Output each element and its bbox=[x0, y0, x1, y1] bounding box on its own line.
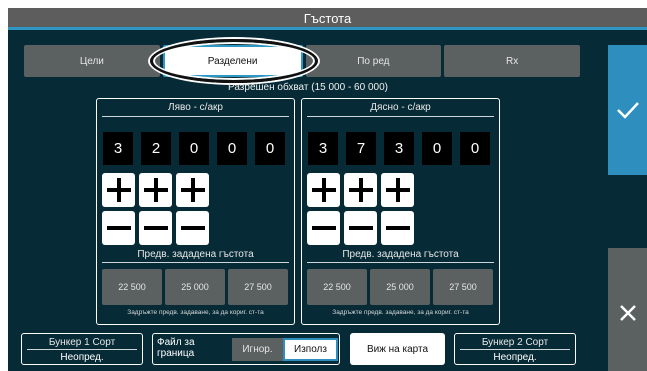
right-decrement-button-3[interactable] bbox=[381, 211, 414, 245]
left-preset-button-3[interactable]: 27 500 bbox=[228, 269, 288, 305]
right-increment-button-2[interactable] bbox=[344, 173, 377, 207]
right-preset-button-1[interactable]: 22 500 bbox=[307, 269, 367, 305]
divider bbox=[27, 349, 137, 350]
right-digit-1[interactable]: 3 bbox=[308, 132, 338, 165]
bin-1-label: Бункер 1 Сорт bbox=[48, 337, 116, 348]
page-title: Гъстота bbox=[8, 8, 647, 30]
boundary-file-control: Файл за граница Игнор. Използ bbox=[152, 333, 340, 365]
divider bbox=[102, 116, 289, 117]
left-digit-1[interactable]: 3 bbox=[103, 132, 133, 165]
right-digit-3[interactable]: 3 bbox=[384, 132, 414, 165]
tab-by-row[interactable]: По ред bbox=[305, 45, 442, 77]
minus-icon bbox=[143, 226, 168, 230]
toggle-ignore[interactable]: Игнор. bbox=[232, 338, 283, 361]
left-decrement-button-3[interactable] bbox=[176, 211, 209, 245]
tab-split[interactable]: Разделени bbox=[162, 45, 303, 77]
divider bbox=[102, 262, 289, 263]
left-digit-4[interactable]: 0 bbox=[217, 132, 247, 165]
plus-icon bbox=[385, 178, 410, 202]
divider bbox=[460, 349, 570, 350]
left-increment-button-3[interactable] bbox=[176, 173, 209, 207]
divider bbox=[307, 262, 494, 263]
checkmark-icon bbox=[616, 102, 639, 119]
right-digit-4[interactable]: 0 bbox=[422, 132, 452, 165]
left-digit-row: 3 2 0 0 0 bbox=[103, 132, 290, 165]
tab-whole[interactable]: Цели bbox=[24, 45, 160, 77]
minus-icon bbox=[180, 226, 205, 230]
divider bbox=[307, 116, 494, 117]
bin-1-value: Неопред. bbox=[60, 352, 104, 363]
right-preset-button-3[interactable]: 27 500 bbox=[433, 269, 493, 305]
left-rate-panel: Ляво - с/акр 3 2 0 0 0 Предв. зададена г… bbox=[96, 98, 295, 325]
density-screen: Гъстота Цели Разделени По ред Rx Разреше… bbox=[8, 8, 647, 371]
left-decrement-button-1[interactable] bbox=[102, 211, 135, 245]
boundary-file-label: Файл за граница bbox=[157, 337, 195, 359]
plus-icon bbox=[143, 178, 168, 202]
right-increment-button-3[interactable] bbox=[381, 173, 414, 207]
left-digit-2[interactable]: 2 bbox=[141, 132, 171, 165]
right-increment-button-1[interactable] bbox=[307, 173, 340, 207]
plus-icon bbox=[348, 178, 373, 202]
left-digit-3[interactable]: 0 bbox=[179, 132, 209, 165]
bin-2-variety[interactable]: Бункер 2 Сорт Неопред. bbox=[454, 333, 576, 365]
bin-2-label: Бункер 2 Сорт bbox=[481, 337, 549, 348]
close-icon bbox=[619, 304, 636, 321]
left-preset-button-1[interactable]: 22 500 bbox=[102, 269, 162, 305]
right-digit-5[interactable]: 0 bbox=[460, 132, 490, 165]
confirm-button[interactable] bbox=[608, 45, 647, 175]
bin-2-value: Неопред. bbox=[493, 352, 537, 363]
left-increment-button-1[interactable] bbox=[102, 173, 135, 207]
right-preset-button-2[interactable]: 25 000 bbox=[370, 269, 430, 305]
minus-icon bbox=[106, 226, 131, 230]
minus-icon bbox=[385, 226, 410, 230]
right-rate-panel: Дясно - с/акр 3 7 3 0 0 Предв. зададена … bbox=[301, 98, 500, 325]
left-increment-button-2[interactable] bbox=[139, 173, 172, 207]
boundary-file-toggle: Игнор. Използ bbox=[232, 338, 338, 361]
toggle-use[interactable]: Използ bbox=[283, 338, 338, 361]
left-preset-button-2[interactable]: 25 000 bbox=[165, 269, 225, 305]
right-increment-row bbox=[307, 173, 414, 207]
right-preset-hint: Задръжте предв. задаване, за да кориг. с… bbox=[332, 309, 469, 316]
minus-icon bbox=[311, 226, 336, 230]
right-decrement-button-1[interactable] bbox=[307, 211, 340, 245]
left-panel-title: Ляво - с/акр bbox=[168, 102, 223, 113]
right-decrement-row bbox=[307, 211, 414, 245]
left-preset-hint: Задръжте предв. задаване, за да кориг. с… bbox=[127, 309, 264, 316]
left-digit-5[interactable]: 0 bbox=[255, 132, 285, 165]
right-digit-row: 3 7 3 0 0 bbox=[308, 132, 495, 165]
right-preset-title: Предв. зададена гъстота bbox=[342, 249, 459, 260]
plus-icon bbox=[106, 178, 131, 202]
cancel-button[interactable] bbox=[608, 248, 647, 371]
right-decrement-button-2[interactable] bbox=[344, 211, 377, 245]
allowed-range-label: Разрешен обхват (15 000 - 60 000) bbox=[228, 82, 388, 93]
minus-icon bbox=[348, 226, 373, 230]
view-on-map-button[interactable]: Виж на карта bbox=[350, 333, 445, 365]
left-decrement-row bbox=[102, 211, 209, 245]
tab-rx[interactable]: Rx bbox=[444, 45, 580, 77]
plus-icon bbox=[311, 178, 336, 202]
bin-1-variety[interactable]: Бункер 1 Сорт Неопред. bbox=[21, 333, 143, 365]
mode-tabs: Цели Разделени По ред Rx bbox=[24, 45, 580, 77]
left-increment-row bbox=[102, 173, 209, 207]
plus-icon bbox=[180, 178, 205, 202]
right-panel-title: Дясно - с/акр bbox=[370, 102, 431, 113]
left-decrement-button-2[interactable] bbox=[139, 211, 172, 245]
left-preset-row: 22 500 25 000 27 500 bbox=[102, 269, 288, 305]
right-preset-row: 22 500 25 000 27 500 bbox=[307, 269, 493, 305]
left-preset-title: Предв. зададена гъстота bbox=[137, 249, 254, 260]
right-digit-2[interactable]: 7 bbox=[346, 132, 376, 165]
